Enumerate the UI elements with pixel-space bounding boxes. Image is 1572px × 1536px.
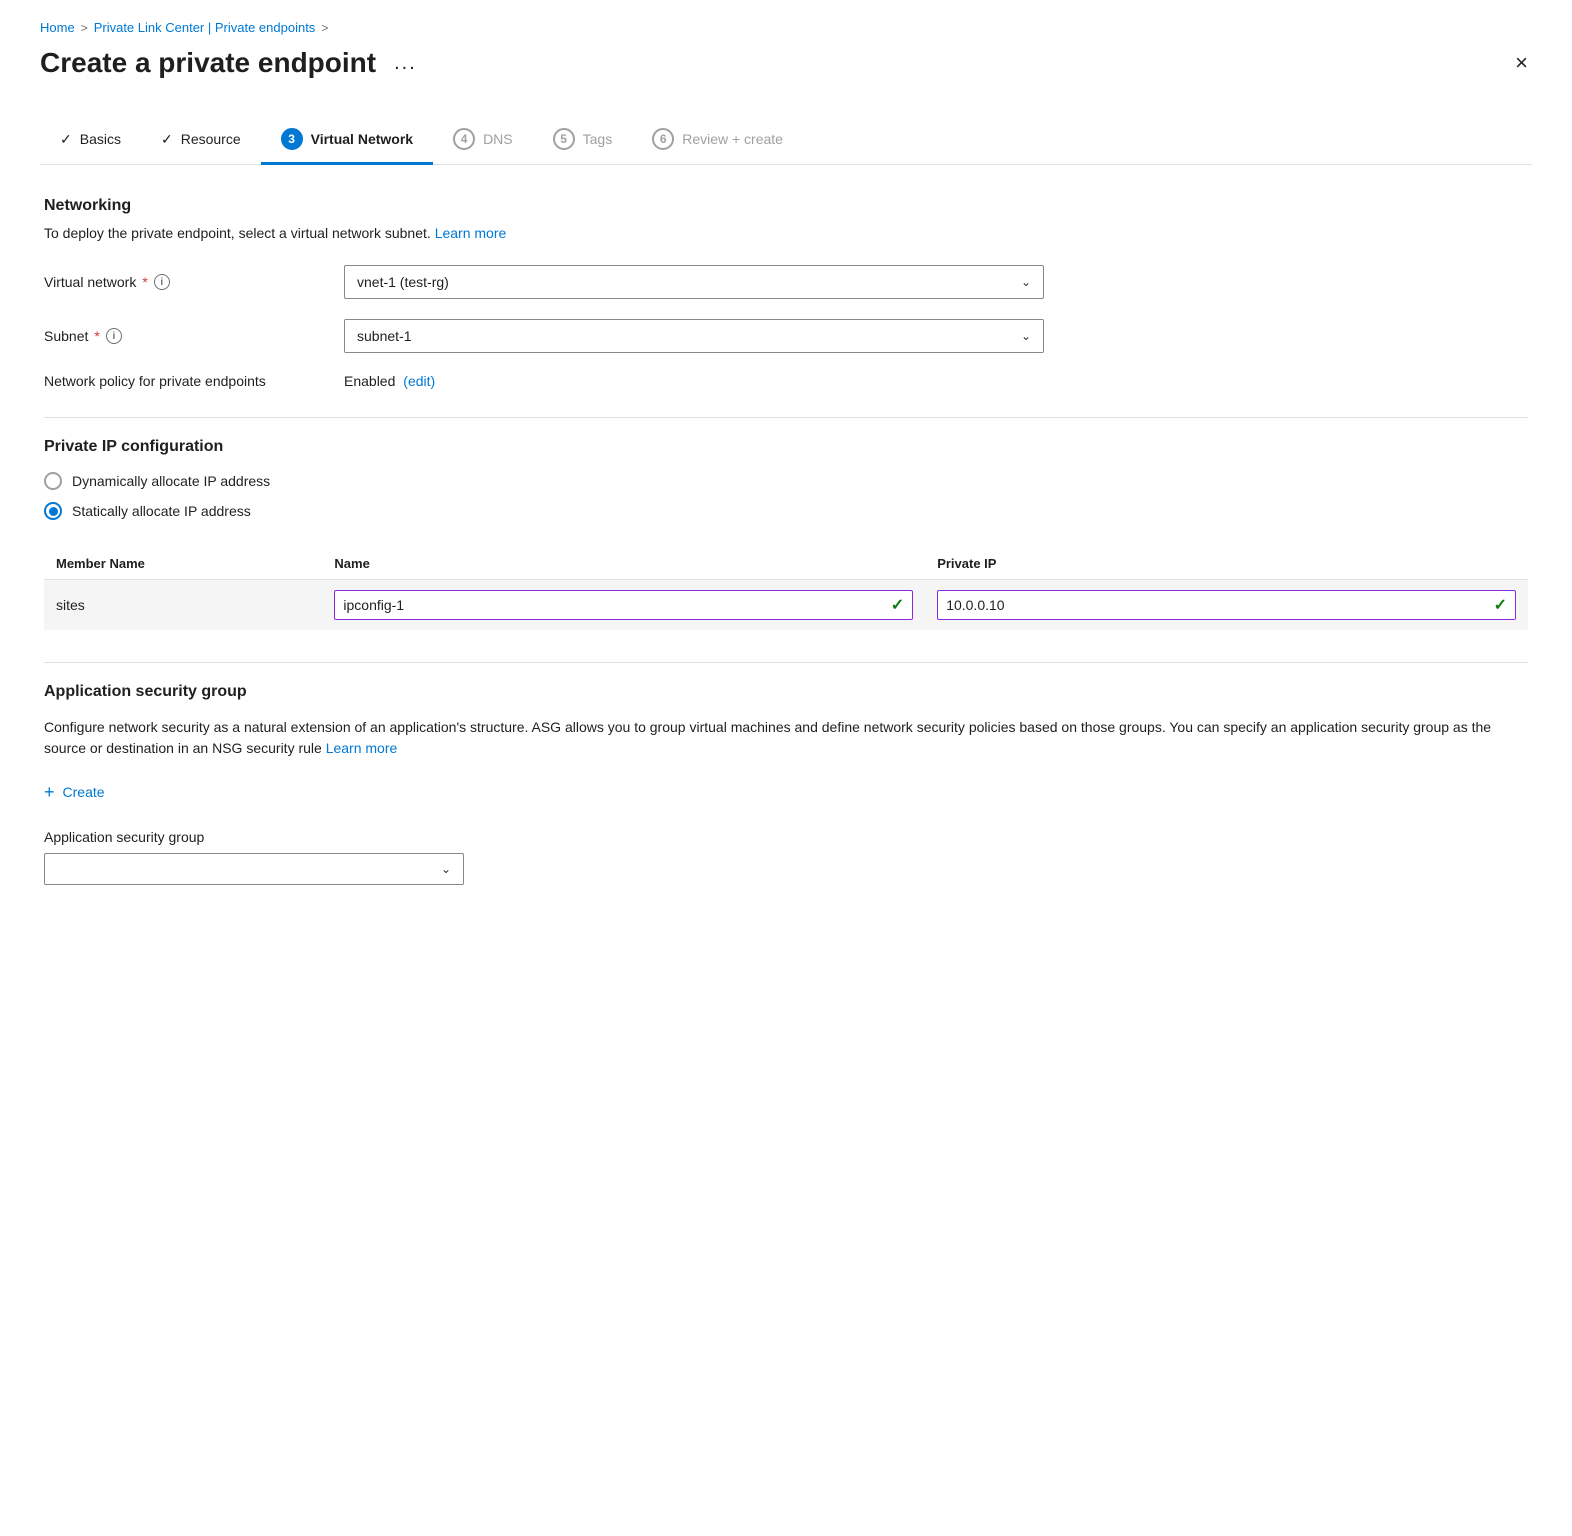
radio-static[interactable]: Statically allocate IP address bbox=[44, 502, 1528, 520]
breadcrumb-private-link[interactable]: Private Link Center | Private endpoints bbox=[94, 20, 316, 35]
tab-circle-virtual-network: 3 bbox=[281, 128, 303, 150]
subnet-dropdown[interactable]: subnet-1 ⌄ bbox=[344, 319, 1044, 353]
subnet-control: subnet-1 ⌄ bbox=[344, 319, 1044, 353]
virtual-network-control: vnet-1 (test-rg) ⌄ bbox=[344, 265, 1044, 299]
breadcrumb-sep-1: > bbox=[81, 21, 88, 35]
virtual-network-info-icon[interactable]: i bbox=[154, 274, 170, 290]
subnet-value: subnet-1 bbox=[357, 328, 411, 344]
virtual-network-value: vnet-1 (test-rg) bbox=[357, 274, 449, 290]
asg-section: Application security group Configure net… bbox=[44, 683, 1528, 885]
name-check-icon: ✓ bbox=[891, 595, 904, 615]
subnet-label: Subnet * i bbox=[44, 328, 324, 344]
name-input-wrapper: ✓ bbox=[334, 590, 913, 620]
ip-input-wrapper: ✓ bbox=[937, 590, 1516, 620]
tab-circle-tags: 5 bbox=[553, 128, 575, 150]
cell-private-ip: ✓ bbox=[925, 580, 1528, 631]
asg-description: Configure network security as a natural … bbox=[44, 717, 1528, 759]
name-input[interactable] bbox=[343, 597, 882, 613]
col-member-name: Member Name bbox=[44, 548, 322, 580]
radio-static-inner bbox=[49, 507, 58, 516]
ellipsis-button[interactable]: ... bbox=[388, 50, 423, 77]
tab-circle-review: 6 bbox=[652, 128, 674, 150]
private-ip-title: Private IP configuration bbox=[44, 438, 1528, 456]
page-title: Create a private endpoint bbox=[40, 47, 376, 79]
radio-dynamic-label: Dynamically allocate IP address bbox=[72, 473, 270, 489]
radio-static-label: Statically allocate IP address bbox=[72, 503, 251, 519]
network-policy-row: Network policy for private endpoints Ena… bbox=[44, 373, 1528, 389]
tab-basics[interactable]: ✓ Basics bbox=[40, 119, 141, 163]
page-container: Home > Private Link Center | Private end… bbox=[0, 0, 1572, 1536]
tab-label-review: Review + create bbox=[682, 131, 783, 147]
table-row: sites ✓ ✓ bbox=[44, 580, 1528, 631]
tab-tags[interactable]: 5 Tags bbox=[533, 116, 633, 165]
virtual-network-required: * bbox=[142, 274, 147, 290]
divider-1 bbox=[44, 417, 1528, 418]
radio-dynamic-input[interactable] bbox=[44, 472, 62, 490]
subnet-info-icon[interactable]: i bbox=[106, 328, 122, 344]
tab-resource[interactable]: ✓ Resource bbox=[141, 119, 261, 163]
tab-label-virtual-network: Virtual Network bbox=[311, 131, 413, 147]
plus-icon: + bbox=[44, 783, 55, 801]
breadcrumb-sep-2: > bbox=[321, 21, 328, 35]
asg-dropdown[interactable]: ⌄ bbox=[44, 853, 464, 885]
page-title-row: Create a private endpoint ... bbox=[40, 47, 423, 79]
col-private-ip: Private IP bbox=[925, 548, 1528, 580]
asg-dropdown-label: Application security group bbox=[44, 829, 1528, 845]
tab-label-basics: Basics bbox=[80, 131, 121, 147]
cell-member-name: sites bbox=[44, 580, 322, 631]
subnet-chevron: ⌄ bbox=[1021, 329, 1031, 343]
content-area: Networking To deploy the private endpoin… bbox=[40, 197, 1532, 885]
virtual-network-row: Virtual network * i vnet-1 (test-rg) ⌄ bbox=[44, 265, 1528, 299]
tab-circle-dns: 4 bbox=[453, 128, 475, 150]
network-policy-label: Network policy for private endpoints bbox=[44, 373, 324, 389]
breadcrumb: Home > Private Link Center | Private end… bbox=[40, 20, 1532, 35]
cell-name: ✓ bbox=[322, 580, 925, 631]
networking-description: To deploy the private endpoint, select a… bbox=[44, 225, 1528, 241]
breadcrumb-home[interactable]: Home bbox=[40, 20, 75, 35]
create-btn-label: Create bbox=[63, 784, 105, 800]
tab-dns[interactable]: 4 DNS bbox=[433, 116, 533, 165]
tab-label-dns: DNS bbox=[483, 131, 513, 147]
ip-input[interactable] bbox=[946, 597, 1485, 613]
close-button[interactable]: × bbox=[1511, 48, 1532, 78]
ip-radio-group: Dynamically allocate IP address Statical… bbox=[44, 472, 1528, 520]
virtual-network-chevron: ⌄ bbox=[1021, 275, 1031, 289]
col-name: Name bbox=[322, 548, 925, 580]
radio-static-input[interactable] bbox=[44, 502, 62, 520]
create-asg-button[interactable]: + Create bbox=[44, 779, 105, 805]
network-policy-value-area: Enabled (edit) bbox=[344, 373, 435, 389]
page-header: Create a private endpoint ... × bbox=[40, 47, 1532, 79]
subnet-row: Subnet * i subnet-1 ⌄ bbox=[44, 319, 1528, 353]
networking-learn-more[interactable]: Learn more bbox=[435, 225, 507, 241]
networking-section-title: Networking bbox=[44, 197, 1528, 215]
tab-check-resource: ✓ bbox=[161, 131, 173, 148]
network-policy-edit[interactable]: (edit) bbox=[403, 373, 435, 389]
virtual-network-label: Virtual network * i bbox=[44, 274, 324, 290]
tab-virtual-network[interactable]: 3 Virtual Network bbox=[261, 116, 433, 165]
wizard-tabs: ✓ Basics ✓ Resource 3 Virtual Network 4 … bbox=[40, 115, 1532, 165]
network-policy-value: Enabled bbox=[344, 373, 395, 389]
tab-label-resource: Resource bbox=[181, 131, 241, 147]
radio-dynamic[interactable]: Dynamically allocate IP address bbox=[44, 472, 1528, 490]
asg-title: Application security group bbox=[44, 683, 1528, 701]
ip-config-table: Member Name Name Private IP sites ✓ bbox=[44, 548, 1528, 630]
subnet-required: * bbox=[94, 328, 99, 344]
tab-check-basics: ✓ bbox=[60, 131, 72, 148]
tab-label-tags: Tags bbox=[583, 131, 613, 147]
virtual-network-dropdown[interactable]: vnet-1 (test-rg) ⌄ bbox=[344, 265, 1044, 299]
divider-2 bbox=[44, 662, 1528, 663]
asg-learn-more[interactable]: Learn more bbox=[326, 740, 398, 756]
tab-review-create[interactable]: 6 Review + create bbox=[632, 116, 803, 165]
ip-check-icon: ✓ bbox=[1494, 595, 1507, 615]
asg-chevron: ⌄ bbox=[441, 862, 451, 876]
